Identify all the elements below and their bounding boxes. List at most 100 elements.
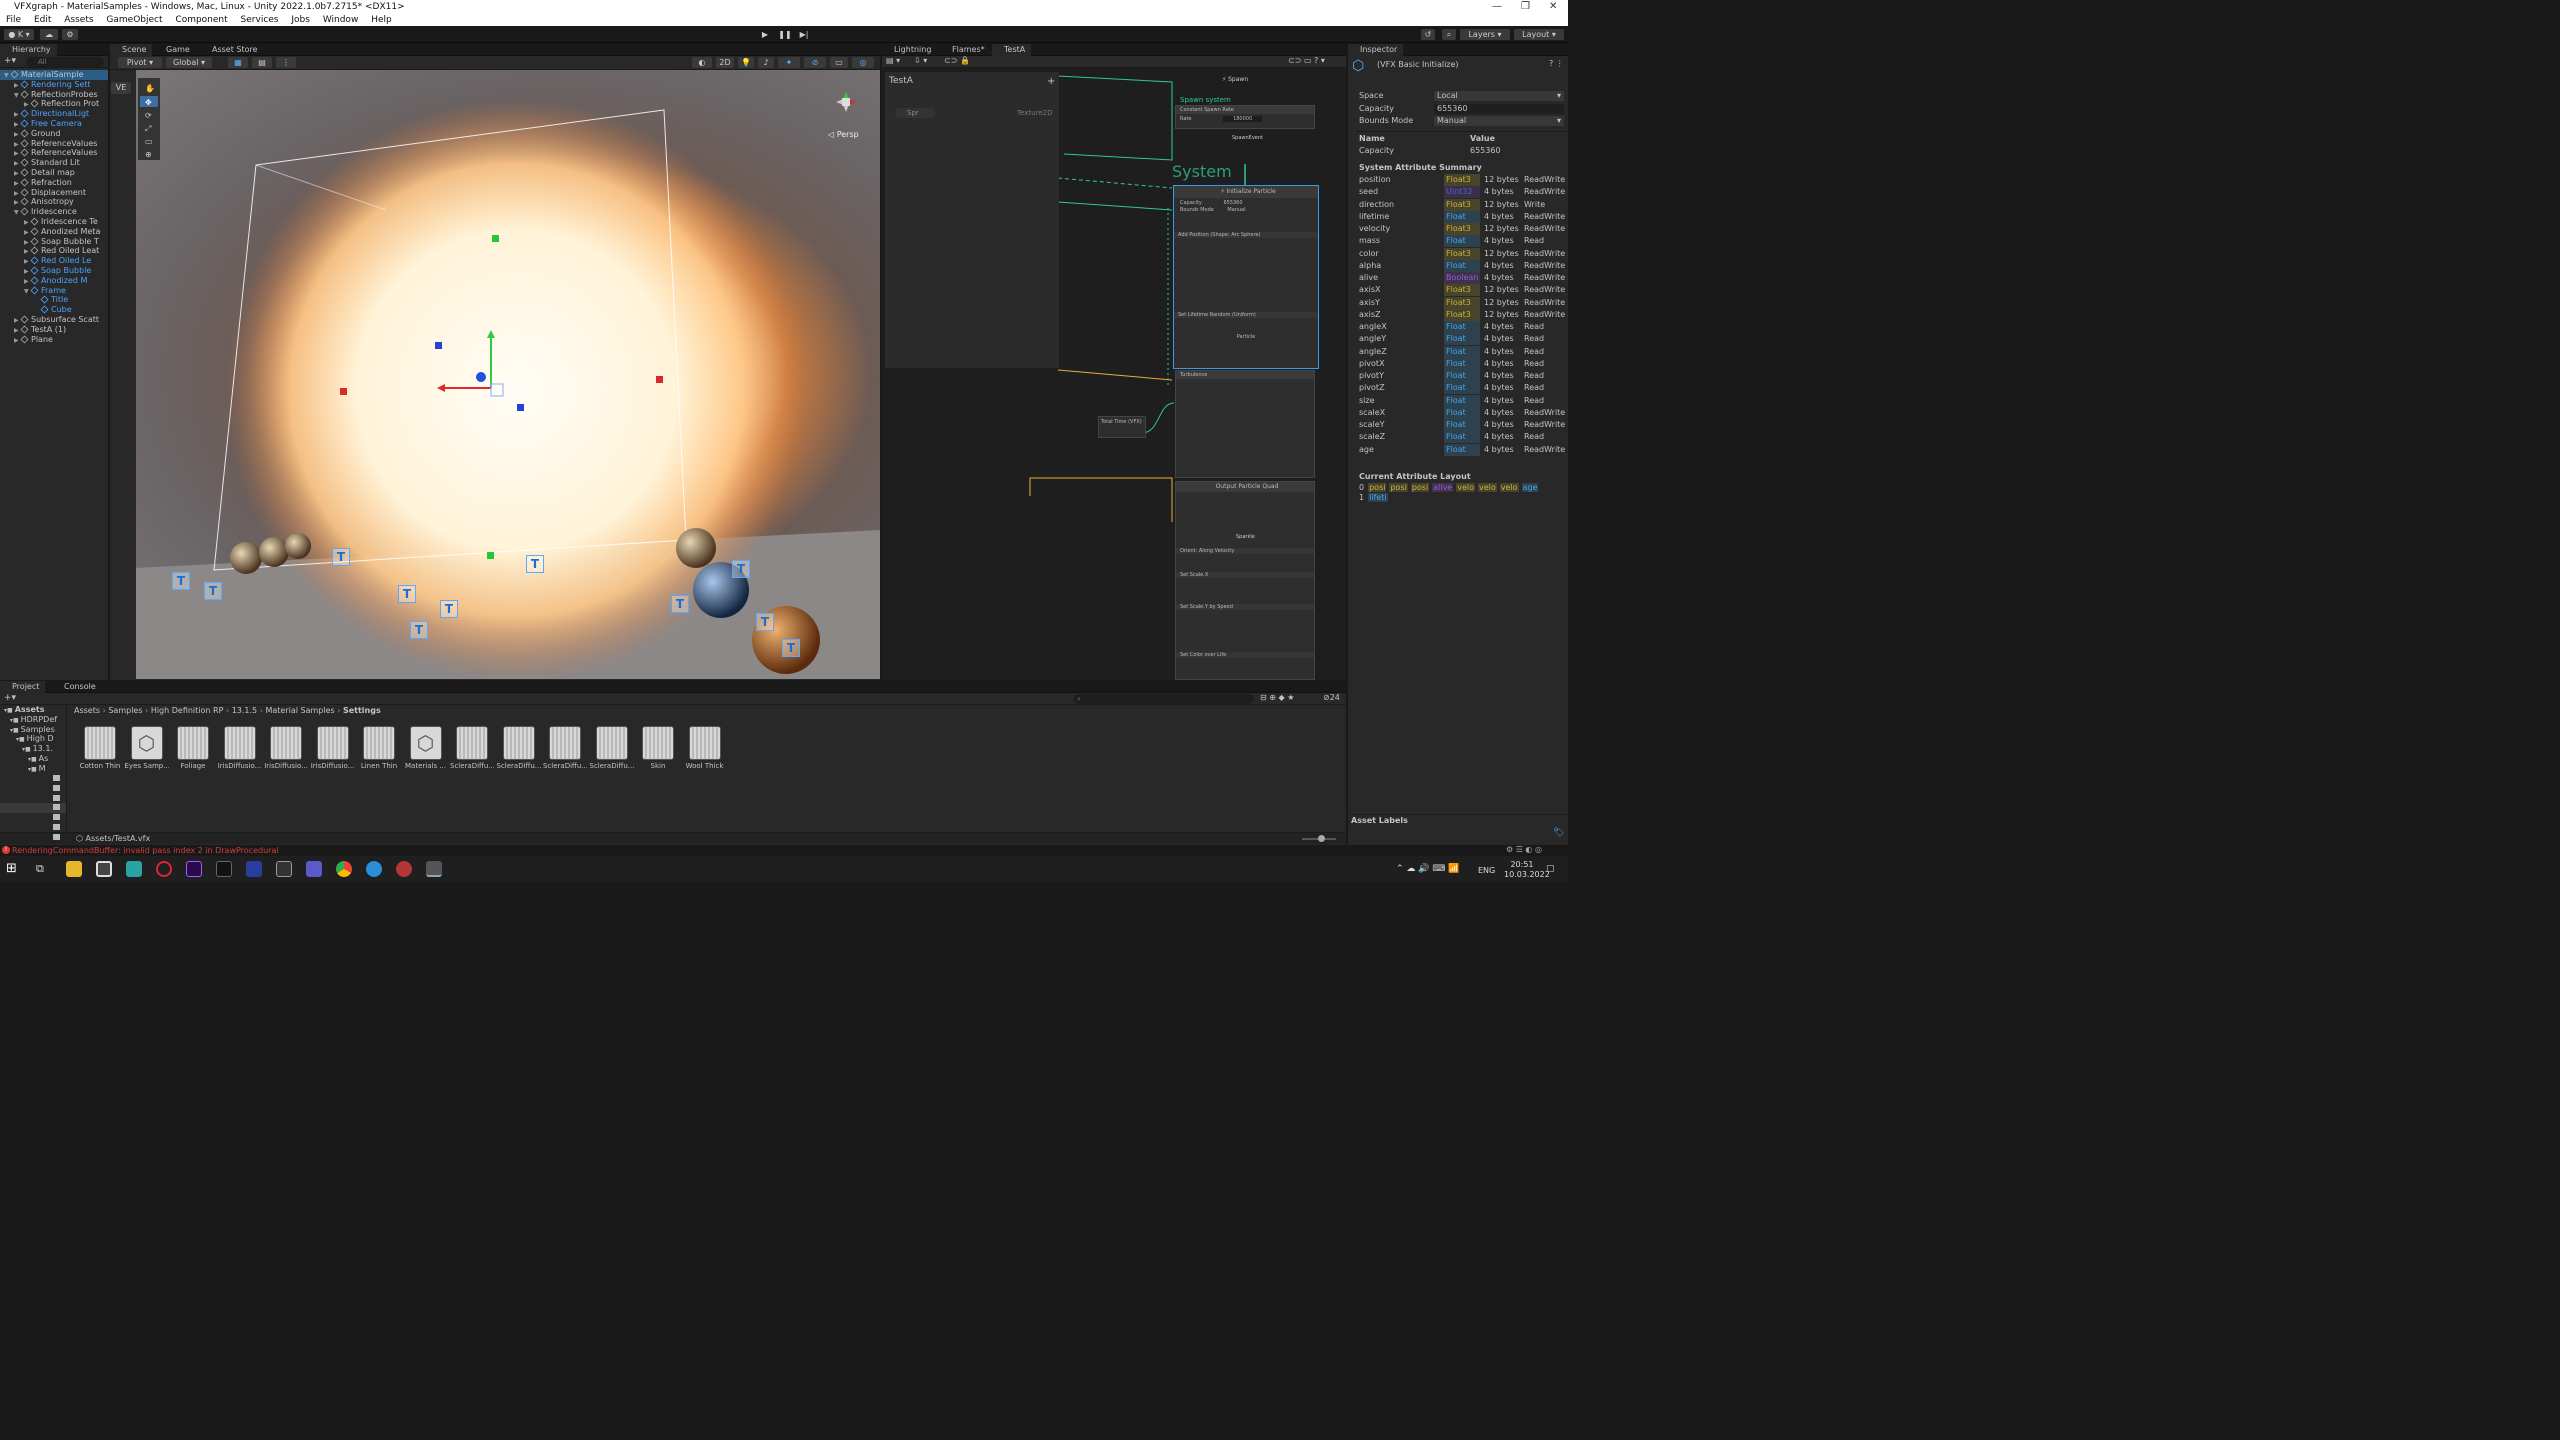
hierarchy-item[interactable]: ▼ MaterialSample (0, 70, 108, 80)
hierarchy-item[interactable]: ▶ Displacement (0, 188, 108, 198)
asset-tile[interactable]: ⬡ Materials ... (404, 727, 448, 777)
asset-tile[interactable]: Linen Thin (357, 727, 401, 777)
update-particle-context[interactable]: Turbulence (1175, 370, 1315, 478)
history-icon[interactable]: ↺ (1421, 29, 1435, 40)
set-lifetime-block[interactable]: Set Lifetime Random (Uniform) (1174, 312, 1318, 318)
scene-viewport[interactable]: ✋ ✥ ⟳ ⤢ ▭ ⊕ ◁ Persp T T T T T T T T T T … (136, 70, 880, 679)
hierarchy-item[interactable]: ▼ Iridescence (0, 207, 108, 217)
lighting-toggle-icon[interactable]: 💡 (738, 57, 754, 68)
initialize-particle-context[interactable]: ⚡ Initialize Particle Capacity 655360 Bo… (1173, 185, 1319, 369)
grid-snap-icon[interactable]: ▦ (228, 57, 248, 68)
expand-toggle-icon[interactable]: ▶ (24, 228, 30, 237)
asset-tile[interactable]: Skin (636, 727, 680, 777)
hierarchy-item[interactable]: ▶ ReferenceValues (0, 139, 108, 149)
app-3-icon[interactable] (126, 861, 142, 877)
menu-jobs[interactable]: Jobs (291, 14, 310, 26)
frame-debug-icon[interactable]: ⋮ (276, 57, 296, 68)
project-folder-item[interactable]: ▾■ 13.1. (0, 744, 64, 754)
folder-icon[interactable] (53, 784, 60, 791)
expand-toggle-icon[interactable]: ▼ (14, 91, 20, 100)
project-folder-item[interactable]: ▾■ Assets (0, 705, 64, 715)
play-button[interactable]: ▶ (758, 29, 772, 40)
expand-toggle-icon[interactable]: ▶ (14, 130, 20, 139)
asset-label-tag-icon[interactable]: 🏷 (1553, 828, 1564, 838)
effects-toggle-icon[interactable]: ✦ (778, 57, 800, 68)
expand-toggle-icon[interactable]: ▶ (14, 316, 20, 325)
expand-toggle-icon[interactable]: ▶ (14, 179, 20, 188)
status-error-text[interactable]: RenderingCommandBuffer: invalid pass ind… (12, 846, 279, 855)
breadcrumb-item[interactable]: Samples (108, 706, 142, 715)
orient-block[interactable]: Orient: Along Velocity (1176, 548, 1314, 554)
set-scale-block[interactable]: Set Scale.X (1176, 572, 1314, 578)
expand-toggle-icon[interactable]: ▶ (14, 159, 20, 168)
expand-toggle-icon[interactable]: ▶ (14, 110, 20, 119)
expand-toggle-icon[interactable]: ▶ (14, 81, 20, 90)
hierarchy-item[interactable]: Title (0, 295, 108, 305)
breadcrumb-item[interactable]: Assets (74, 706, 100, 715)
hierarchy-item[interactable]: ▶ Refraction (0, 178, 108, 188)
tray-icons[interactable]: ⌃ ☁ 🔊 ⌨ 📶 (1396, 864, 1459, 874)
audio-toggle-icon[interactable]: ♪ (758, 57, 774, 68)
hierarchy-item[interactable]: ▶ ReferenceValues (0, 148, 108, 158)
exposed-property-chip[interactable]: Spr (895, 108, 935, 118)
expand-toggle-icon[interactable]: ▼ (4, 71, 10, 80)
expand-toggle-icon[interactable]: ▶ (24, 247, 30, 256)
init-capacity-value[interactable]: 655360 (1223, 200, 1242, 206)
project-add-icon[interactable]: +▾ (4, 693, 16, 703)
project-folder-item[interactable]: ▾■ As (0, 754, 64, 764)
folder-icon[interactable] (53, 824, 60, 830)
vfx-view-icons[interactable]: ⊂⊃ ▭ ? ▾ (1288, 56, 1325, 65)
capacity-input[interactable]: 655360 (1434, 104, 1564, 114)
expand-toggle-icon[interactable]: ▼ (14, 208, 20, 217)
asset-tile[interactable]: ⬡ Eyes Samp... (125, 727, 169, 777)
project-folder-item[interactable]: ▾■ High D (0, 734, 64, 744)
project-folder-item[interactable]: ▾■ M (0, 764, 64, 774)
project-splitter[interactable] (66, 705, 67, 845)
vfx-link-icon[interactable]: ⊂⊃ 🔒 (944, 56, 970, 65)
breadcrumb-item[interactable]: High Definition RP (151, 706, 224, 715)
asset-tile[interactable]: IrisDiffusio... (264, 727, 308, 777)
rate-value[interactable]: 180000 (1223, 116, 1263, 122)
task-view-icon[interactable]: ⧉ (36, 861, 52, 877)
folder-icon[interactable] (53, 794, 60, 801)
project-filter-icons[interactable]: ⊟ ⊕ ◆ ★ (1260, 693, 1294, 702)
expand-toggle-icon[interactable]: ▶ (24, 257, 30, 266)
save-app-icon[interactable] (306, 861, 322, 877)
cloud-icon[interactable]: ☁ (40, 29, 58, 40)
clock[interactable]: 20:51 10.03.2022 (1504, 860, 1550, 880)
opera-icon[interactable] (156, 861, 172, 877)
icon-size-slider[interactable] (1302, 835, 1336, 842)
expand-toggle-icon[interactable]: ▶ (14, 120, 20, 129)
menu-help[interactable]: Help (371, 14, 392, 26)
hierarchy-item[interactable]: ▶ Free Camera (0, 119, 108, 129)
tab-asset-store[interactable]: Asset Store (200, 44, 264, 56)
after-effects-icon[interactable] (186, 861, 202, 877)
layers-dropdown[interactable]: Layers ▾ (1460, 29, 1510, 40)
account-button[interactable]: ● K ▾ (4, 29, 34, 40)
expand-toggle-icon[interactable]: ▶ (14, 140, 20, 149)
project-folder-item[interactable]: ▾■ Samples (0, 725, 64, 735)
tab-hierarchy[interactable]: Hierarchy (0, 44, 57, 56)
step-button[interactable]: ▶| (797, 29, 811, 40)
mode-2d-button[interactable]: 2D (716, 57, 734, 68)
breadcrumb-item[interactable]: Settings (343, 706, 381, 715)
hierarchy-item[interactable]: ▶ Subsurface Scatt (0, 315, 108, 325)
folder-icon[interactable] (53, 833, 60, 840)
menu-services[interactable]: Services (241, 14, 279, 26)
hierarchy-item[interactable]: Cube (0, 305, 108, 315)
total-time-node[interactable]: Total Time (VFX) (1098, 416, 1146, 438)
pause-button[interactable]: ❚❚ (778, 29, 792, 40)
chrome-icon[interactable] (336, 861, 352, 877)
hierarchy-item[interactable]: ▶ Detail map (0, 168, 108, 178)
powershell-icon[interactable] (246, 861, 262, 877)
hierarchy-item[interactable]: ▶ Anodized M (0, 276, 108, 286)
hierarchy-item[interactable]: ▶ Anisotropy (0, 197, 108, 207)
tab-inspector[interactable]: Inspector (1348, 44, 1404, 56)
menu-component[interactable]: Component (175, 14, 227, 26)
asset-tile[interactable]: ScleraDiffu... (497, 727, 541, 777)
expand-toggle-icon[interactable]: ▶ (14, 189, 20, 198)
init-bounds-value[interactable]: Manual (1227, 207, 1245, 213)
icon-size-handle[interactable] (1318, 835, 1325, 842)
unity-hub-icon[interactable] (96, 861, 112, 877)
hidden-count[interactable]: ⊘24 (1323, 693, 1340, 702)
